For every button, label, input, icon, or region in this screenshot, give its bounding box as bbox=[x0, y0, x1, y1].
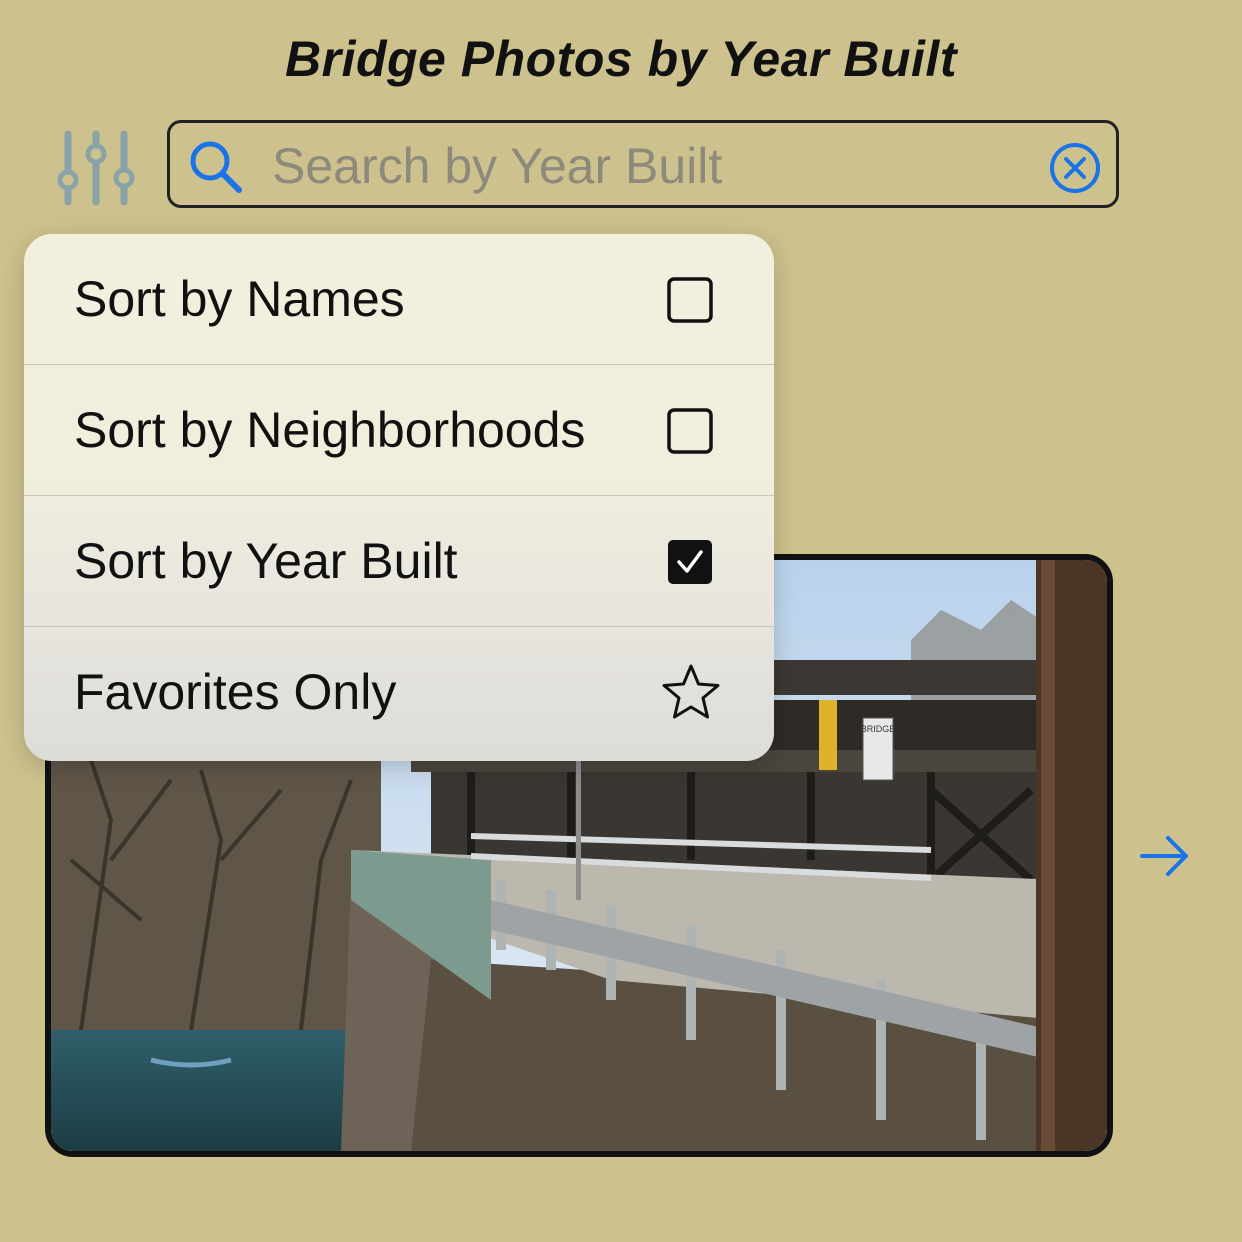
clear-search-icon[interactable] bbox=[1048, 141, 1102, 195]
menu-item-label: Sort by Neighborhoods bbox=[74, 402, 586, 458]
menu-item-sort-by-year-built[interactable]: Sort by Year Built bbox=[24, 496, 774, 627]
sort-filter-menu: Sort by Names Sort by Neighborhoods Sort… bbox=[24, 234, 774, 761]
menu-item-label: Favorites Only bbox=[74, 664, 397, 720]
next-arrow-icon[interactable] bbox=[1136, 830, 1192, 882]
checkbox-icon[interactable] bbox=[667, 408, 713, 454]
checkbox-icon[interactable] bbox=[667, 277, 713, 323]
menu-item-sort-by-neighborhoods[interactable]: Sort by Neighborhoods bbox=[24, 365, 774, 496]
page-title: Bridge Photos by Year Built bbox=[285, 31, 957, 87]
search-bar bbox=[167, 120, 1119, 208]
menu-item-label: Sort by Year Built bbox=[74, 533, 458, 589]
menu-item-sort-by-names[interactable]: Sort by Names bbox=[24, 234, 774, 365]
bridge-sign-text: BRIDGE bbox=[861, 724, 896, 734]
search-input[interactable] bbox=[270, 133, 1034, 199]
filter-sliders-icon[interactable] bbox=[52, 128, 142, 208]
checkbox-checked-icon[interactable] bbox=[667, 539, 713, 585]
search-icon bbox=[188, 139, 244, 195]
menu-item-favorites-only[interactable]: Favorites Only bbox=[24, 627, 774, 758]
menu-item-label: Sort by Names bbox=[74, 271, 405, 327]
star-icon[interactable] bbox=[660, 661, 722, 723]
